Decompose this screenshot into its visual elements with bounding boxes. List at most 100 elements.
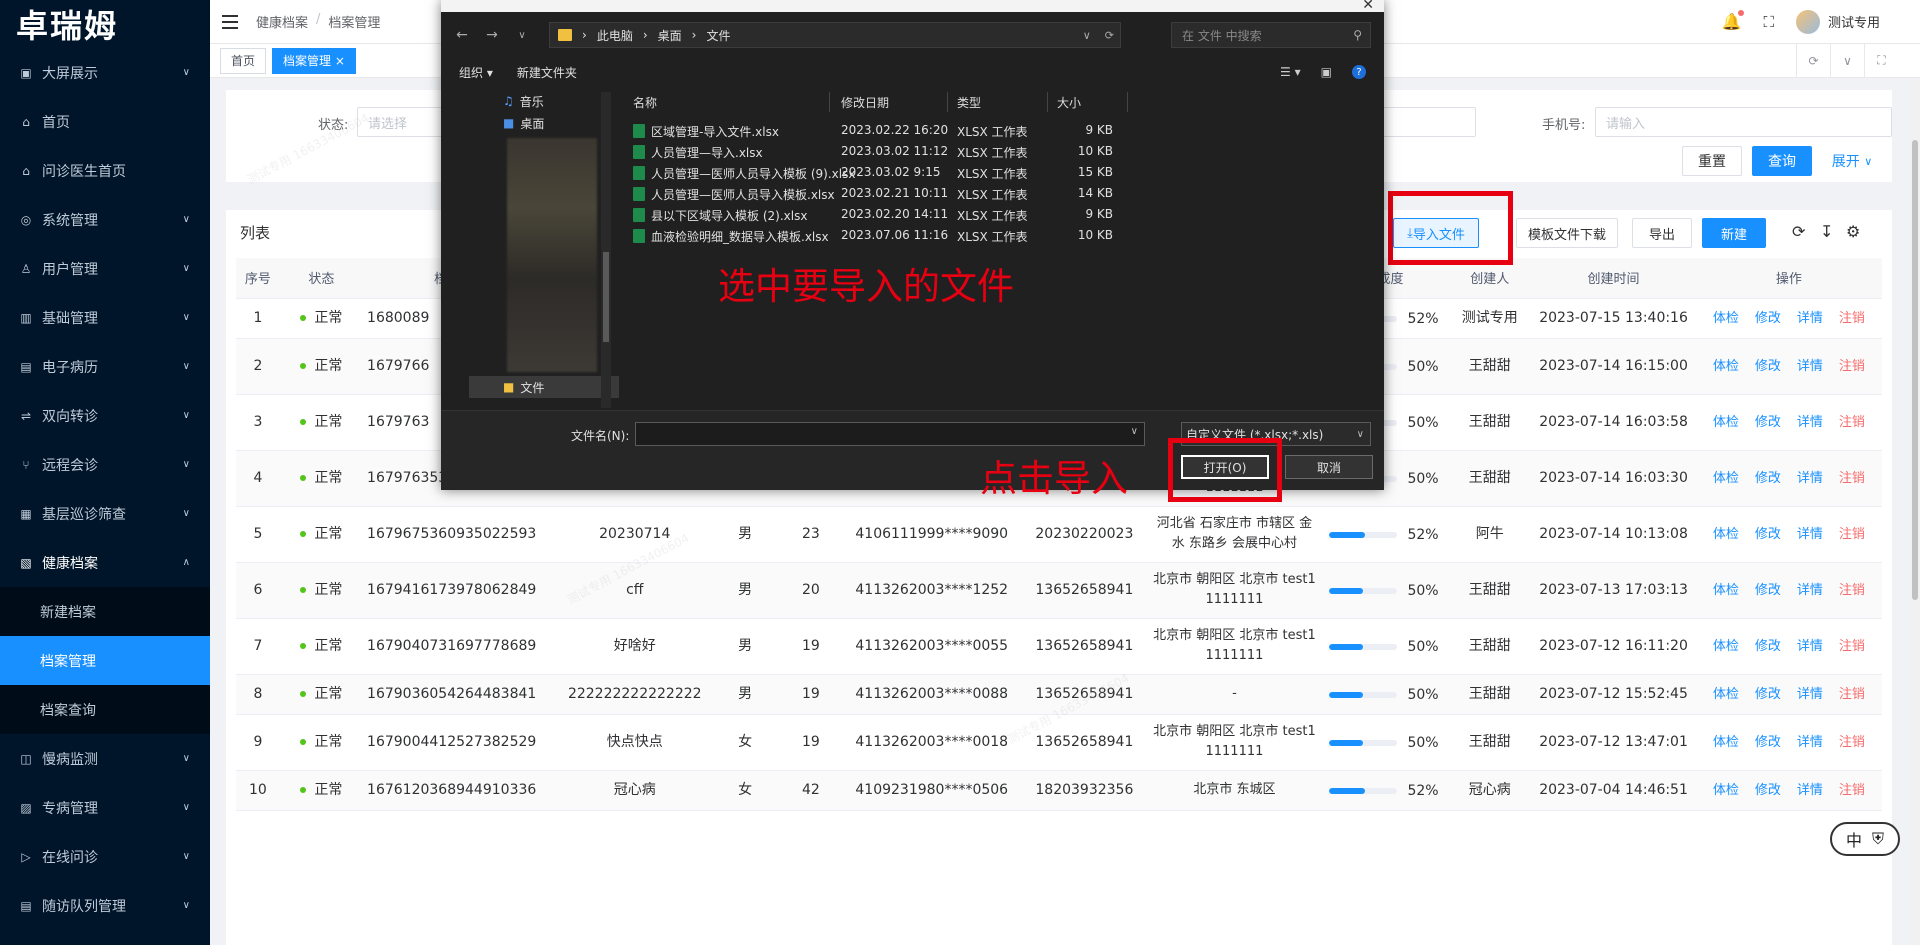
sidebar-item[interactable]: ▥ 基础管理 ∨ [0,293,210,342]
table-row[interactable]: 6 正常 1679416173978062849 cff 男 20 4113262003**… [236,562,1882,619]
detail-link[interactable]: 详情 [1797,639,1823,654]
file-row[interactable]: 区域管理-导入文件.xlsx 2023.02.22 16:20 XLSX 工作表 9 … [621,120,1181,141]
refresh-icon[interactable]: ⟳ [1792,222,1805,241]
checkup-link[interactable]: 体检 [1713,527,1739,542]
cancel-link[interactable]: 注销 [1839,735,1865,750]
refresh-icon[interactable]: ⟳ [1796,43,1830,78]
create-button[interactable]: 新建 [1702,218,1766,248]
checkup-link[interactable]: 体检 [1713,735,1739,750]
tag-home[interactable]: 首页 [220,47,267,74]
sidebar-item[interactable]: ▨ 专病管理 ∨ [0,783,210,832]
file-row[interactable]: 血液检验明细_数据导入模板.xlsx 2023.07.06 11:16 XLSX 工… [621,225,1181,246]
bell-icon[interactable]: 🔔 [1722,10,1745,31]
detail-link[interactable]: 详情 [1797,359,1823,374]
detail-link[interactable]: 详情 [1797,735,1823,750]
checkup-link[interactable]: 体检 [1713,783,1739,798]
column-header[interactable]: 创建时间 [1531,258,1696,299]
edit-link[interactable]: 修改 [1755,471,1781,486]
sidebar-item[interactable]: ⌂ 首页 [0,97,210,146]
nav-item-files[interactable]: ■ 文件 [469,376,619,398]
sidebar-item[interactable]: ◎ 系统管理 ∨ [0,195,210,244]
help-icon[interactable]: ? [1352,65,1366,79]
chevron-down-icon[interactable]: ∨ [1830,43,1864,78]
sidebar-item[interactable]: ⇌ 双向转诊 ∨ [0,391,210,440]
phone-input[interactable]: 请输入 [1595,107,1892,137]
checkup-link[interactable]: 体检 [1713,415,1739,430]
close-icon[interactable]: ✕ [1362,0,1374,13]
file-row[interactable]: 人员管理—医师人员导入模板.xlsx 2023.02.21 10:11 XLSX 工… [621,183,1181,204]
sidebar-item[interactable]: ▦ 基层巡诊筛查 ∨ [0,489,210,538]
column-size[interactable]: 大小 [1057,90,1081,114]
checkup-link[interactable]: 体检 [1713,687,1739,702]
chevron-down-icon[interactable]: ∨ [1131,426,1138,437]
nav-scrollbar[interactable] [601,92,611,408]
column-name[interactable]: 名称 [633,90,657,114]
cancel-link[interactable]: 注销 [1839,359,1865,374]
detail-link[interactable]: 详情 [1797,783,1823,798]
checkup-link[interactable]: 体检 [1713,471,1739,486]
expand-button[interactable]: 展开 ∨ [1822,146,1882,176]
detail-link[interactable]: 详情 [1797,415,1823,430]
edit-link[interactable]: 修改 [1755,359,1781,374]
file-row[interactable]: 县以下区域导入模板 (2).xlsx 2023.02.20 14:11 XLSX 工… [621,204,1181,225]
cancel-link[interactable]: 注销 [1839,471,1865,486]
checkup-link[interactable]: 体检 [1713,359,1739,374]
forward-arrow-icon[interactable]: → [483,27,501,43]
submenu-item[interactable]: 档案管理 [0,636,210,685]
file-row[interactable]: 人员管理—导入.xlsx 2023.03.02 11:12 XLSX 工作表 10 K… [621,141,1181,162]
sidebar-item[interactable]: ▤ 电子病历 ∨ [0,342,210,391]
sidebar-item[interactable]: ▤ 随访队列管理 ∨ [0,881,210,930]
sidebar-item[interactable]: ▷ 在线问诊 ∨ [0,832,210,881]
table-row[interactable]: 7 正常 1679040731697778689 好啥好男 19 4113262003**… [236,618,1882,675]
edit-link[interactable]: 修改 [1755,583,1781,598]
preview-pane-icon[interactable]: ▣ [1321,65,1332,79]
fullscreen-icon[interactable]: ⛶ [1864,43,1898,78]
sidebar-item[interactable]: ▧ 健康档案 ∧ [0,538,210,587]
path-segment[interactable]: 桌面 [658,27,682,44]
organize-button[interactable]: 组织 ▾ [459,64,493,81]
cancel-link[interactable]: 注销 [1839,527,1865,542]
cancel-link[interactable]: 注销 [1839,687,1865,702]
file-row[interactable]: 人员管理—医师人员导入模板 (9).xlsx 2023.03.02 9:15 XLS… [621,162,1181,183]
view-options-icon[interactable]: ☰ ▾ [1280,65,1301,79]
ime-indicator[interactable]: 中 ⛨ [1830,822,1900,856]
cancel-link[interactable]: 注销 [1839,311,1865,326]
sidebar-item[interactable]: ⑂ 远程会诊 ∨ [0,440,210,489]
detail-link[interactable]: 详情 [1797,687,1823,702]
submenu-item[interactable]: 档案查询 [0,685,210,734]
export-button[interactable]: 导出 [1632,218,1692,248]
checkup-link[interactable]: 体检 [1713,583,1739,598]
reset-button[interactable]: 重置 [1682,146,1742,176]
edit-link[interactable]: 修改 [1755,311,1781,326]
sidebar-item[interactable]: ◫ 慢病监测 ∨ [0,734,210,783]
user-menu[interactable]: 测试专用 [1795,9,1880,34]
nav-item-music[interactable]: ♫ 音乐 [469,90,619,112]
new-folder-button[interactable]: 新建文件夹 [517,64,577,81]
edit-link[interactable]: 修改 [1755,687,1781,702]
edit-link[interactable]: 修改 [1755,783,1781,798]
table-row[interactable]: 8 正常 1679036054264483841 222222222222222 男 19… [236,674,1882,715]
edit-link[interactable]: 修改 [1755,639,1781,654]
path-segment[interactable]: 此电脑 [597,27,633,44]
checkup-link[interactable]: 体检 [1713,639,1739,654]
address-bar[interactable]: › 此电脑 › 桌面 › 文件 ∨ ⟳ [549,22,1121,48]
close-icon[interactable]: × [335,54,345,68]
filename-input[interactable]: ∨ [635,422,1145,446]
chevron-down-icon[interactable]: ∨ [513,30,531,41]
checkup-link[interactable]: 体检 [1713,311,1739,326]
table-row[interactable]: 10 正常 1676120368944910336 冠心病女 42 4109231980*… [236,770,1882,811]
menu-toggle-icon[interactable] [222,14,238,29]
cancel-link[interactable]: 注销 [1839,783,1865,798]
chevron-down-icon[interactable]: ∨ ⟳ [1083,29,1114,42]
edit-link[interactable]: 修改 [1755,527,1781,542]
detail-link[interactable]: 详情 [1797,527,1823,542]
column-type[interactable]: 类型 [957,90,981,114]
page-scrollbar[interactable] [1910,80,1920,945]
submenu-item[interactable]: 新建档案 [0,587,210,636]
column-height-icon[interactable]: ↧ [1820,222,1833,241]
sidebar-item[interactable]: ♙ 用户管理 ∨ [0,244,210,293]
edit-link[interactable]: 修改 [1755,415,1781,430]
column-header[interactable]: 序号 [236,258,280,299]
column-header[interactable]: 状态 [279,258,364,299]
table-row[interactable]: 9 正常 1679004412527382529 快点快点女 19 4113262003*… [236,714,1882,771]
